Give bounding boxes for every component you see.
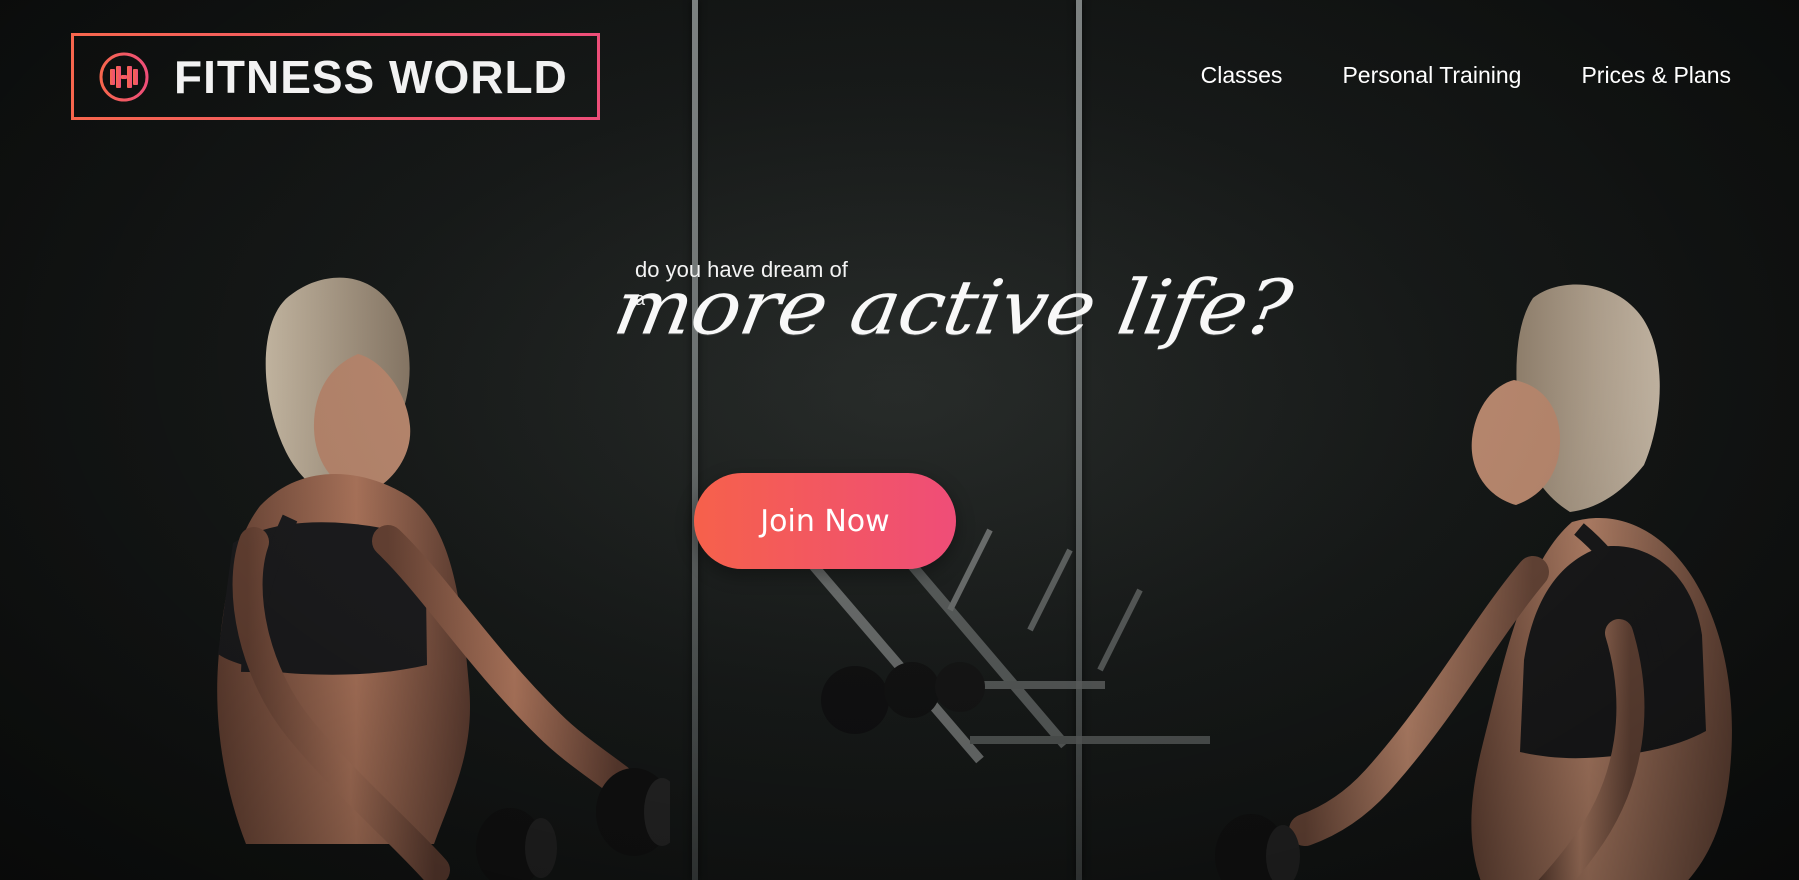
brand-name: FITNESS WORLD [174,50,568,103]
dumbbell-icon [98,51,150,103]
join-now-button[interactable]: Join Now [694,473,956,569]
hero-section: FITNESS WORLD Classes Personal Training … [0,0,1799,880]
athlete-right-image [1215,284,1732,880]
mirror-frame-right [1076,0,1082,880]
hero-headline: more active life? [607,264,1298,352]
nav-item-personal-training[interactable]: Personal Training [1342,62,1521,89]
nav-item-classes[interactable]: Classes [1201,62,1283,89]
main-navigation: Classes Personal Training Prices & Plans [1201,62,1731,89]
brand-logo-link[interactable]: FITNESS WORLD [71,33,600,120]
mirror-frame-left [692,0,698,880]
nav-item-prices-plans[interactable]: Prices & Plans [1581,62,1731,89]
athlete-left-image [217,277,670,880]
background-photo [0,0,1799,880]
